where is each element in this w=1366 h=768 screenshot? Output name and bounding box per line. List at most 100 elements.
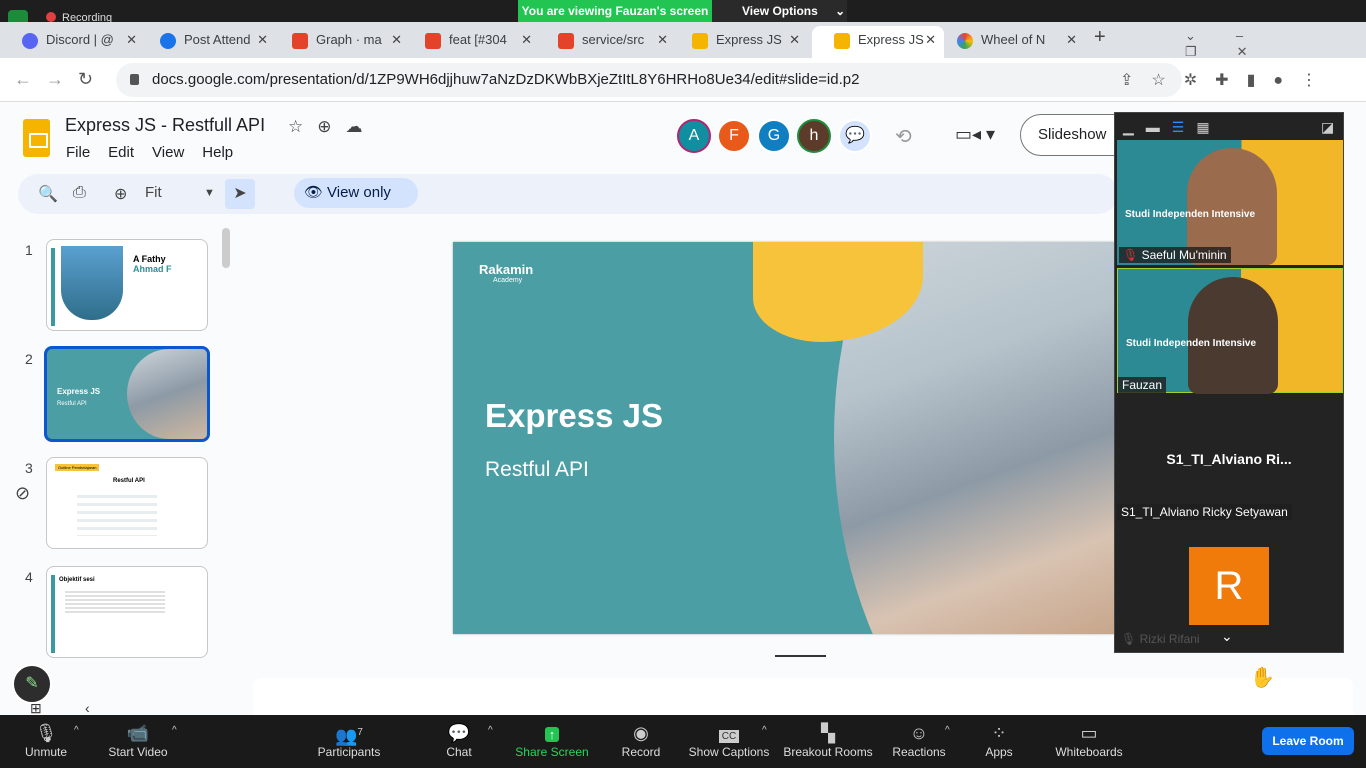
share-icon[interactable]: ⇪ (1120, 72, 1151, 89)
slide-thumbnail-3[interactable]: Outline Pembelajaran Restful API (46, 457, 208, 549)
slide-thumbnail-4[interactable]: Objektif sesi (46, 566, 208, 658)
slide-title: Express JS (485, 397, 663, 434)
close-tab-icon[interactable]: ✕ (1066, 26, 1077, 54)
thumbnail-icon[interactable]: ▬ (1146, 119, 1172, 135)
back-icon[interactable]: ← (14, 69, 46, 89)
chat-options-caret[interactable]: ^ (488, 725, 493, 736)
audio-options-caret[interactable]: ^ (74, 725, 79, 736)
slide-number: 1 (25, 242, 33, 258)
reload-icon[interactable]: ↻ (78, 69, 107, 89)
video-tile-active[interactable]: Studi Independen Intensive Fauzan (1117, 268, 1343, 394)
menu-file[interactable]: File (66, 144, 90, 161)
video-tile[interactable]: Studi Independen Intensive 🎙 Saeful Mu'm… (1117, 140, 1343, 265)
thumbnail-scrollbar[interactable] (222, 228, 230, 268)
google-slides-logo[interactable] (23, 119, 50, 157)
star-icon[interactable]: ☆ (288, 117, 317, 136)
browser-tab[interactable]: feat [#304 ✕ (403, 26, 540, 58)
minimize-icon[interactable]: ▁ (1123, 119, 1146, 135)
chat-button[interactable]: 💬 Chat (409, 721, 509, 759)
comments-icon[interactable]: 💬 (838, 119, 872, 153)
search-icon[interactable]: 🔍 (38, 184, 58, 204)
gallery-icon[interactable]: ▦ (1196, 119, 1221, 135)
background-text: Studi Independen Intensive (1125, 209, 1256, 220)
title-actions[interactable]: ☆⊕☁ (288, 117, 377, 137)
thumb-title: Objektif sesi (59, 577, 95, 583)
browser-tab-active[interactable]: Express JS ✕ (812, 26, 944, 58)
unmute-button[interactable]: 🎙 Unmute (0, 721, 96, 759)
slide-number: 2 (25, 351, 33, 367)
select-pointer-icon[interactable]: ➤ (225, 179, 255, 209)
new-tab-button[interactable]: + (1094, 26, 1106, 49)
participants-button[interactable]: 👥7 Participants (299, 721, 399, 759)
slide-canvas[interactable]: Rakamin Academy Express JS Restful API (453, 242, 1114, 634)
history-icon[interactable]: ⟲ (895, 124, 912, 149)
view-only-button[interactable]: 👁 View only (294, 178, 418, 208)
zoom-icon[interactable]: ⊕ (114, 184, 127, 204)
print-icon[interactable]: ⎙ (73, 184, 86, 202)
apps-button[interactable]: ⁘ Apps (949, 721, 1049, 759)
meet-icon[interactable]: ▭◂ ▾ (955, 124, 995, 145)
google-slides-icon (692, 33, 708, 49)
browser-tab[interactable]: service/src ✕ (536, 26, 676, 58)
video-options-caret[interactable]: ^ (172, 725, 177, 736)
exit-panel-icon[interactable]: ◪ (1321, 119, 1334, 136)
browser-actions[interactable]: ⇪☆✲✚▮●⋮ (1120, 70, 1335, 90)
browser-tab[interactable]: Graph · ma ✕ (270, 26, 410, 58)
browser-tab[interactable]: Post Attend ✕ (138, 26, 276, 58)
edit-pencil-button[interactable]: ✎ (12, 664, 52, 704)
view-mode-buttons[interactable]: ▁▬☰▦ (1123, 119, 1222, 136)
document-title[interactable]: Express JS - Restfull API (65, 115, 265, 136)
chevron-down-icon[interactable]: ⌄ (1221, 628, 1233, 645)
forward-icon[interactable]: → (46, 69, 78, 89)
avatar[interactable]: F (717, 119, 751, 153)
share-screen-button[interactable]: ↑ Share Screen (502, 721, 602, 759)
resize-handle[interactable] (775, 655, 826, 657)
window-controls[interactable]: ⌄–❐✕ (1185, 28, 1366, 60)
close-tab-icon[interactable]: ✕ (521, 26, 532, 54)
browser-tab[interactable]: Wheel of N ✕ (935, 26, 1085, 58)
close-tab-icon[interactable]: ✕ (257, 26, 268, 54)
view-options-button[interactable]: View Options ⌄ (712, 0, 847, 22)
close-tab-icon[interactable]: ✕ (789, 26, 800, 54)
move-icon[interactable]: ⊕ (317, 117, 345, 136)
collapse-panel-icon[interactable]: ‹ (85, 700, 90, 716)
menu-bar: File Edit View Help (66, 144, 251, 161)
leave-room-button[interactable]: Leave Room (1262, 727, 1354, 755)
close-tab-icon[interactable]: ✕ (126, 26, 137, 54)
avatar[interactable]: A (677, 119, 711, 153)
extension-bug-icon[interactable]: ✲ (1184, 72, 1215, 89)
close-tab-icon[interactable]: ✕ (657, 26, 668, 54)
slide-thumbnail-2[interactable]: Express JS Restful API (44, 346, 210, 442)
view-options-label: View Options (742, 4, 818, 18)
profile-avatar[interactable]: ● (1273, 72, 1301, 89)
avatar[interactable]: h (797, 119, 831, 153)
close-tab-icon[interactable]: ✕ (391, 26, 402, 54)
thumb-title: Ahmad F (133, 264, 172, 274)
nav-buttons[interactable]: ←→↻ (14, 69, 107, 90)
whiteboards-button[interactable]: ▭ Whiteboards (1039, 721, 1139, 759)
tab-label: Post Attend (184, 32, 251, 47)
cloud-icon[interactable]: ☁ (346, 117, 377, 136)
puzzle-icon[interactable]: ✚ (1215, 72, 1246, 89)
url-input[interactable]: docs.google.com/presentation/d/1ZP9WH6dj… (116, 63, 1182, 97)
link-icon[interactable]: ⊘ (15, 483, 30, 504)
speaker-notes[interactable] (253, 678, 1353, 718)
star-icon[interactable]: ☆ (1151, 72, 1183, 89)
speaker-view-icon[interactable]: ☰ (1172, 119, 1197, 135)
thumb-title: Express JS (57, 387, 101, 396)
menu-edit[interactable]: Edit (108, 144, 134, 161)
breakout-rooms-button[interactable]: ▚ Breakout Rooms (778, 721, 878, 759)
slide-thumbnail-1[interactable]: A Fathy Ahmad F (46, 239, 208, 331)
captions-options-caret[interactable]: ^ (762, 725, 767, 736)
sidepanel-icon[interactable]: ▮ (1247, 72, 1274, 89)
whiteboard-icon: ▭ (1080, 723, 1098, 743)
browser-tab[interactable]: Discord | @ ✕ (0, 26, 145, 58)
zoom-select[interactable]: Fit (145, 184, 162, 201)
menu-help[interactable]: Help (202, 144, 233, 161)
chevron-down-icon[interactable]: ▼ (204, 187, 215, 199)
menu-view[interactable]: View (152, 144, 184, 161)
avatar[interactable]: G (757, 119, 791, 153)
browser-tab[interactable]: Express JS ✕ (670, 26, 808, 58)
menu-icon[interactable]: ⋮ (1301, 72, 1335, 89)
record-button[interactable]: ◉ Record (591, 721, 691, 759)
